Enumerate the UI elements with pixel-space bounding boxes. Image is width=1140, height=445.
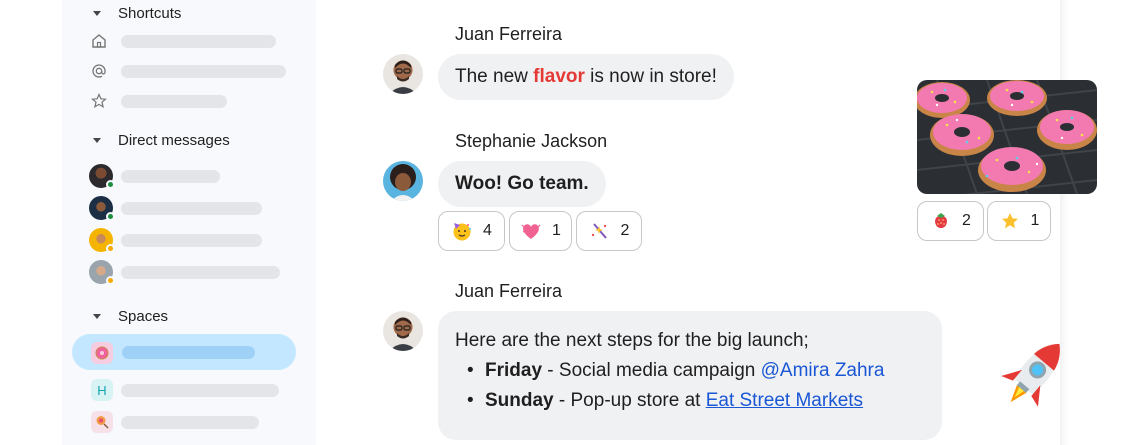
star-icon — [999, 210, 1021, 232]
step-day: Friday — [485, 360, 543, 381]
reaction-count: 2 — [620, 222, 630, 239]
placeholder-bar — [122, 346, 255, 359]
message-text: Here are the next steps for the big laun… — [455, 330, 809, 351]
chevron-down-icon — [93, 137, 101, 143]
chevron-down-icon — [93, 10, 101, 16]
reaction-count: 1 — [1030, 212, 1040, 229]
sparkle-icon — [589, 220, 611, 242]
lollipop-icon — [91, 411, 113, 433]
reaction-chip[interactable]: 1 — [509, 211, 572, 251]
shortcuts-section-header[interactable]: Shortcuts — [62, 4, 181, 22]
message-text: The new — [455, 66, 534, 87]
shortcut-item-home[interactable] — [62, 26, 316, 56]
placeholder-bar — [121, 416, 259, 429]
away-status-icon — [106, 276, 115, 285]
rocket-icon — [993, 333, 1077, 413]
party-face-icon — [451, 220, 473, 242]
placeholder-bar — [121, 65, 286, 78]
placeholder-bar — [121, 234, 262, 247]
message-highlight: flavor — [533, 66, 585, 87]
space-item[interactable] — [62, 407, 316, 437]
placeholder-bar — [121, 35, 276, 48]
home-icon — [90, 32, 108, 50]
strawberry-icon — [930, 210, 952, 232]
step-day: Sunday — [485, 390, 554, 411]
space-letter-badge: H — [91, 379, 113, 401]
message-bubble[interactable]: Woo! Go team. — [438, 161, 606, 207]
reaction-chip[interactable]: 4 — [438, 211, 505, 251]
steps-list: Friday - Social media campaign @Amira Za… — [455, 360, 925, 412]
heart-icon — [520, 220, 542, 242]
placeholder-bar — [121, 384, 279, 397]
online-status-icon — [106, 212, 115, 221]
spaces-section-header[interactable]: Spaces — [62, 307, 168, 325]
dm-item[interactable] — [62, 257, 316, 287]
placeholder-bar — [121, 202, 262, 215]
user-mention-link[interactable]: @Amira Zahra — [761, 360, 885, 381]
message-bubble[interactable]: The new flavor is now in store! — [438, 54, 734, 100]
avatar[interactable] — [383, 54, 423, 94]
placeholder-bar — [121, 95, 227, 108]
shortcut-item-starred[interactable] — [62, 86, 316, 116]
dm-item[interactable] — [62, 161, 316, 191]
direct-messages-label: Direct messages — [118, 131, 230, 149]
message-bubble[interactable]: Here are the next steps for the big laun… — [438, 311, 942, 440]
avatar — [89, 196, 115, 221]
sidebar: Shortcuts Direct messages Spaces H — [62, 0, 316, 445]
placeholder-bar — [121, 266, 280, 279]
message-sender: Stephanie Jackson — [455, 131, 608, 151]
avatar[interactable] — [383, 161, 423, 201]
reaction-chip[interactable]: 2 — [576, 211, 642, 251]
list-item: Sunday - Pop-up store at Eat Street Mark… — [455, 390, 925, 412]
step-text: - Social media campaign — [542, 360, 761, 381]
reaction-chip[interactable]: 1 — [987, 201, 1051, 241]
avatar[interactable] — [383, 311, 423, 351]
message-sender: Juan Ferreira — [455, 24, 563, 44]
message-sender: Juan Ferreira — [455, 281, 563, 301]
location-link[interactable]: Eat Street Markets — [706, 390, 863, 411]
reaction-count: 4 — [483, 222, 492, 239]
step-text: - Pop-up store at — [553, 390, 706, 411]
direct-messages-section-header[interactable]: Direct messages — [62, 131, 230, 149]
avatar — [89, 260, 115, 285]
avatar — [89, 164, 115, 189]
dm-item[interactable] — [62, 193, 316, 223]
at-sign-icon — [90, 62, 108, 80]
donut-icon — [91, 342, 113, 364]
star-icon — [90, 92, 108, 110]
reaction-count: 1 — [552, 222, 561, 239]
avatar — [89, 228, 115, 253]
list-item: Friday - Social media campaign @Amira Za… — [455, 360, 925, 382]
space-item[interactable]: H — [62, 375, 316, 405]
reaction-count: 2 — [962, 212, 971, 229]
chevron-down-icon — [93, 313, 101, 319]
space-item-active[interactable] — [72, 334, 296, 370]
reaction-chip[interactable]: 2 — [917, 201, 984, 241]
shortcuts-label: Shortcuts — [118, 4, 182, 22]
spaces-label: Spaces — [118, 307, 169, 325]
placeholder-bar — [121, 170, 220, 183]
dm-item[interactable] — [62, 225, 316, 255]
attached-donut-image[interactable] — [917, 80, 1097, 194]
away-status-icon — [106, 244, 115, 253]
shortcut-item-mentions[interactable] — [62, 56, 316, 86]
message-text: Woo! Go team. — [455, 173, 589, 194]
online-status-icon — [106, 180, 115, 189]
message-text: is now in store! — [584, 66, 717, 87]
